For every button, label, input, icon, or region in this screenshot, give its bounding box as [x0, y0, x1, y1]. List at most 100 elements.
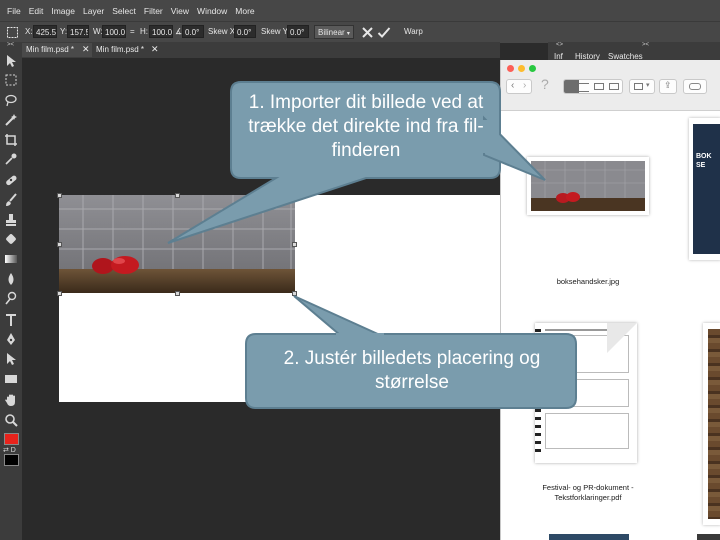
menu-select[interactable]: Select [112, 6, 136, 16]
shape-tool-icon[interactable] [4, 372, 18, 386]
panel-collapse-left-icon[interactable]: <> [556, 42, 563, 48]
eraser-tool-icon[interactable] [4, 232, 18, 246]
toolbar: >< ⇄ D [0, 42, 23, 540]
cancel-transform-icon[interactable] [361, 26, 374, 39]
pen-tool-icon[interactable] [4, 332, 18, 346]
dodge-tool-icon[interactable] [4, 291, 18, 305]
zoom-tool-icon[interactable] [4, 413, 18, 427]
minimize-window-icon[interactable] [518, 65, 525, 72]
wood-image [708, 329, 720, 519]
swap-colors-icon[interactable]: ⇄ D [3, 446, 16, 454]
lasso-tool-icon[interactable] [4, 93, 18, 107]
foreground-color-swatch[interactable] [4, 433, 19, 445]
options-bar: X: 425.5 Y: 157.5 W: 100.0! = H: 100.0! … [0, 21, 720, 43]
menu-view[interactable]: View [171, 6, 189, 16]
group-by-button[interactable]: ▾ [629, 79, 655, 94]
tag-icon [689, 83, 701, 90]
crop-tool-icon[interactable] [4, 133, 18, 147]
stamp-tool-icon[interactable] [4, 213, 18, 227]
file-thumbnail-boksehandsker[interactable] [527, 157, 649, 215]
transform-handle[interactable] [57, 291, 62, 296]
transform-handle[interactable] [292, 291, 297, 296]
back-forward-buttons[interactable]: ‹ › [506, 79, 532, 94]
background-color-swatch[interactable] [4, 454, 19, 466]
file-name[interactable]: Festival- og PR-dokument - Tekstforklari… [527, 483, 649, 503]
book-cover [693, 124, 720, 254]
close-window-icon[interactable] [507, 65, 514, 72]
transform-handle[interactable] [292, 242, 297, 247]
hand-tool-icon[interactable] [4, 393, 18, 407]
skew-x-field[interactable]: 0.0° [234, 25, 256, 38]
transform-handle[interactable] [292, 193, 297, 198]
menu-window[interactable]: Window [197, 6, 227, 16]
file-thumbnail-book[interactable]: BOK SE [689, 118, 720, 260]
skew-y-field[interactable]: 0.0° [287, 25, 309, 38]
menu-filter[interactable]: Filter [144, 6, 163, 16]
boxing-gloves-photo [59, 195, 295, 293]
menu-more[interactable]: More [235, 6, 254, 16]
back-icon[interactable]: ‹ [511, 80, 514, 91]
file-thumbnail-wood[interactable] [703, 323, 720, 525]
file-name[interactable]: boksehandsker.jpg [527, 277, 649, 287]
transform-icon [7, 27, 18, 38]
skew-x-label: Skew X: [208, 27, 238, 36]
column-view-icon[interactable] [594, 83, 604, 90]
image-thumbnail [531, 161, 645, 211]
forward-icon[interactable]: › [523, 80, 526, 91]
healing-brush-tool-icon[interactable] [4, 173, 18, 187]
icon-view-icon[interactable] [564, 80, 579, 93]
transform-handle[interactable] [57, 242, 62, 247]
help-icon[interactable]: ? [541, 76, 549, 92]
share-icon: ⇪ [664, 80, 672, 90]
transform-handle[interactable] [175, 291, 180, 296]
menu-layer[interactable]: Layer [83, 6, 104, 16]
x-label: X: [25, 27, 33, 36]
transform-handle[interactable] [175, 193, 180, 198]
menu-bar: File Edit Image Layer Select Filter View… [0, 0, 720, 21]
h-label: H: [140, 27, 148, 36]
finder-window: ‹ › ? ▾ ⇪ boksehandsker.jpg BOK SE Festi… [500, 60, 720, 540]
placed-image[interactable] [59, 195, 295, 293]
warp-button[interactable]: Warp [404, 27, 423, 36]
zoom-window-icon[interactable] [529, 65, 536, 72]
x-field[interactable]: 425.5 [33, 25, 57, 38]
move-tool-icon[interactable] [4, 54, 18, 68]
close-icon[interactable]: ✕ [82, 44, 90, 55]
panel-collapse-right-icon[interactable]: >< [642, 42, 649, 48]
magic-wand-tool-icon[interactable] [4, 113, 18, 127]
marquee-tool-icon[interactable] [4, 73, 18, 87]
interpolation-select[interactable]: Bilinear ▾ [314, 25, 354, 39]
commit-transform-icon[interactable] [377, 26, 391, 39]
menu-image[interactable]: Image [51, 6, 75, 16]
angle-field[interactable]: 0.0° [182, 25, 204, 38]
file-thumbnail-partial[interactable] [549, 534, 629, 540]
path-select-tool-icon[interactable] [4, 352, 18, 366]
close-icon[interactable]: ✕ [151, 44, 159, 55]
h-field[interactable]: 100.0! [149, 25, 173, 38]
finder-toolbar: ‹ › ? ▾ ⇪ [501, 60, 720, 111]
right-panel-header: <> >< Inf History Swatches [548, 42, 720, 62]
view-mode-buttons[interactable] [563, 79, 623, 94]
w-field[interactable]: 100.0! [102, 25, 126, 38]
transform-handle[interactable] [57, 193, 62, 198]
file-thumbnail-partial[interactable] [697, 534, 720, 540]
brush-tool-icon[interactable] [4, 193, 18, 207]
blur-tool-icon[interactable] [4, 272, 18, 286]
tags-button[interactable] [683, 79, 707, 94]
gallery-view-icon[interactable] [609, 83, 619, 90]
menu-file[interactable]: File [7, 6, 21, 16]
interpolation-value: Bilinear [318, 28, 345, 37]
y-field[interactable]: 157.5 [67, 25, 89, 38]
type-tool-icon[interactable] [4, 313, 18, 327]
gradient-tool-icon[interactable] [4, 252, 18, 266]
eyedropper-tool-icon[interactable] [4, 152, 18, 166]
tab-label: Min film.psd * [26, 45, 75, 54]
share-button[interactable]: ⇪ [659, 79, 677, 94]
callout-text-1: 1. Importer dit billede ved at trække de… [248, 92, 484, 161]
menu-edit[interactable]: Edit [29, 6, 44, 16]
toolbar-collapse-icon[interactable]: >< [7, 42, 14, 48]
grid-icon [634, 83, 643, 90]
list-view-icon[interactable] [579, 83, 589, 92]
link-icon[interactable]: = [130, 27, 135, 36]
chevron-down-icon: ▾ [646, 82, 650, 89]
